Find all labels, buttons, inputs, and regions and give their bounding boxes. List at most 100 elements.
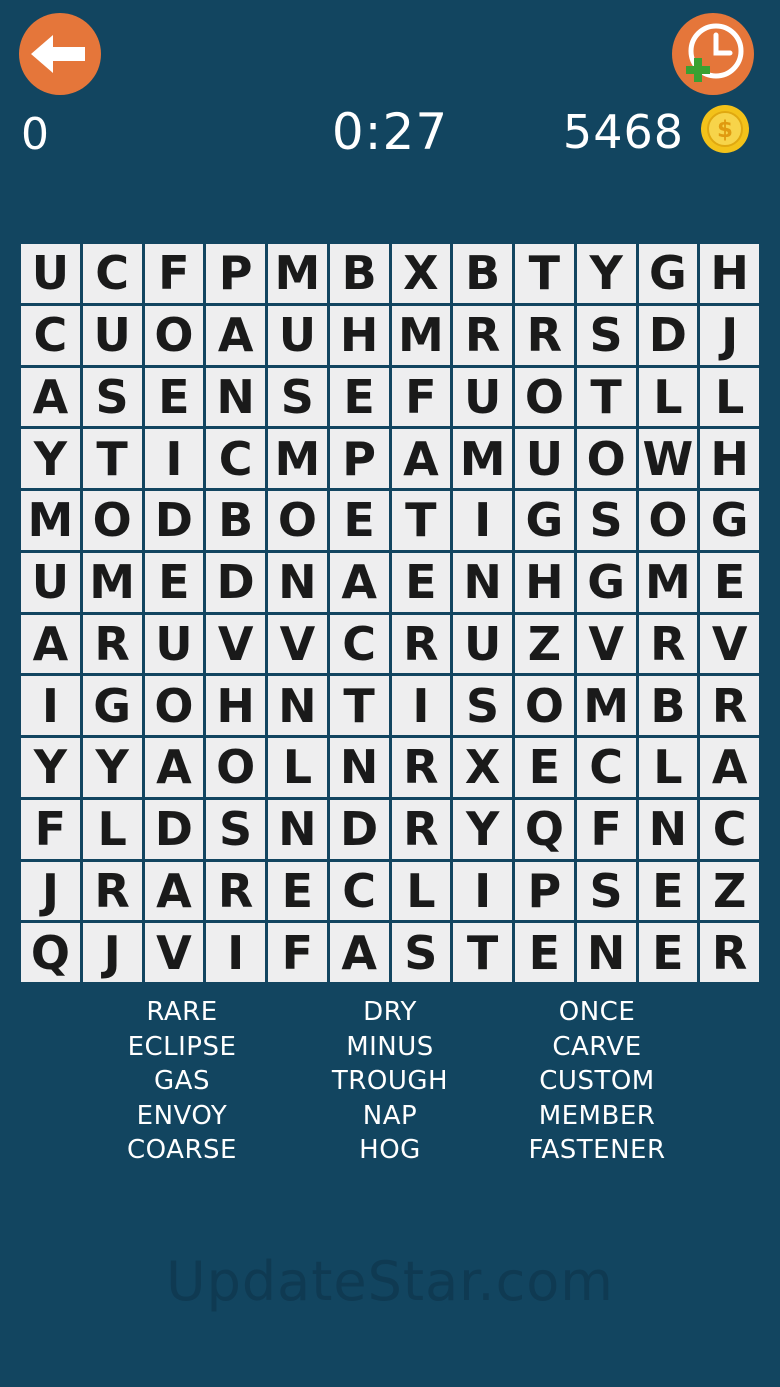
grid-cell[interactable]: M	[82, 552, 142, 612]
grid-cell[interactable]: W	[638, 429, 698, 488]
grid-cell[interactable]: N	[268, 676, 327, 735]
grid-cell[interactable]: J	[700, 305, 759, 365]
grid-cell[interactable]: I	[206, 923, 265, 982]
grid-cell[interactable]: Y	[576, 244, 636, 303]
grid-cell[interactable]: A	[21, 367, 80, 427]
grid-cell[interactable]: O	[268, 491, 327, 550]
grid-cell[interactable]: X	[453, 738, 512, 797]
grid-cell[interactable]: V	[268, 614, 327, 674]
grid-cell[interactable]: H	[700, 429, 759, 488]
grid-cell[interactable]: C	[21, 305, 80, 365]
grid-cell[interactable]: A	[144, 738, 204, 797]
grid-cell[interactable]: O	[82, 491, 142, 550]
grid-cell[interactable]: U	[82, 305, 142, 365]
grid-cell[interactable]: D	[206, 552, 265, 612]
grid-cell[interactable]: Q	[515, 799, 574, 859]
grid-cell[interactable]: R	[391, 614, 451, 674]
grid-cell[interactable]: S	[576, 491, 636, 550]
grid-cell[interactable]: L	[638, 367, 698, 427]
grid-cell[interactable]: P	[329, 429, 389, 488]
grid-cell[interactable]: G	[82, 676, 142, 735]
grid-cell[interactable]: R	[82, 861, 142, 921]
grid-cell[interactable]: D	[638, 305, 698, 365]
grid-cell[interactable]: Q	[21, 923, 80, 982]
grid-cell[interactable]: B	[638, 676, 698, 735]
grid-cell[interactable]: N	[329, 738, 389, 797]
grid-cell[interactable]: S	[453, 676, 512, 735]
grid-cell[interactable]: I	[21, 676, 80, 735]
grid-cell[interactable]: E	[638, 923, 698, 982]
grid-cell[interactable]: I	[453, 861, 512, 921]
grid-cell[interactable]: Y	[453, 799, 512, 859]
grid-cell[interactable]: E	[638, 861, 698, 921]
grid-cell[interactable]: M	[638, 552, 698, 612]
grid-cell[interactable]: Y	[21, 738, 80, 797]
grid-cell[interactable]: G	[638, 244, 698, 303]
grid-cell[interactable]: V	[576, 614, 636, 674]
grid-cell[interactable]: S	[576, 861, 636, 921]
grid-cell[interactable]: B	[329, 244, 389, 303]
grid-cell[interactable]: B	[453, 244, 512, 303]
grid-cell[interactable]: U	[453, 614, 512, 674]
grid-cell[interactable]: V	[700, 614, 759, 674]
grid-cell[interactable]: L	[391, 861, 451, 921]
grid-cell[interactable]: N	[206, 367, 265, 427]
grid-cell[interactable]: R	[515, 305, 574, 365]
grid-cell[interactable]: R	[700, 923, 759, 982]
grid-cell[interactable]: Y	[21, 429, 80, 488]
grid-cell[interactable]: L	[700, 367, 759, 427]
grid-cell[interactable]: D	[144, 491, 204, 550]
grid-cell[interactable]: A	[329, 552, 389, 612]
grid-cell[interactable]: G	[515, 491, 574, 550]
grid-cell[interactable]: U	[268, 305, 327, 365]
grid-cell[interactable]: P	[515, 861, 574, 921]
grid-cell[interactable]: P	[206, 244, 265, 303]
grid-cell[interactable]: U	[21, 552, 80, 612]
grid-cell[interactable]: I	[391, 676, 451, 735]
grid-cell[interactable]: U	[144, 614, 204, 674]
grid-cell[interactable]: T	[515, 244, 574, 303]
grid-cell[interactable]: E	[515, 923, 574, 982]
grid-cell[interactable]: T	[391, 491, 451, 550]
grid-cell[interactable]: R	[82, 614, 142, 674]
grid-cell[interactable]: C	[329, 614, 389, 674]
grid-cell[interactable]: E	[144, 367, 204, 427]
grid-cell[interactable]: N	[638, 799, 698, 859]
grid-cell[interactable]: R	[391, 738, 451, 797]
grid-cell[interactable]: C	[700, 799, 759, 859]
grid-cell[interactable]: T	[82, 429, 142, 488]
grid-cell[interactable]: S	[206, 799, 265, 859]
grid-cell[interactable]: U	[453, 367, 512, 427]
grid-cell[interactable]: T	[576, 367, 636, 427]
grid-cell[interactable]: A	[391, 429, 451, 488]
grid-cell[interactable]: I	[453, 491, 512, 550]
grid-cell[interactable]: R	[453, 305, 512, 365]
grid-cell[interactable]: F	[21, 799, 80, 859]
add-time-button[interactable]	[672, 13, 754, 95]
grid-cell[interactable]: X	[391, 244, 451, 303]
grid-cell[interactable]: O	[144, 676, 204, 735]
grid-cell[interactable]: S	[391, 923, 451, 982]
grid-cell[interactable]: C	[82, 244, 142, 303]
grid-cell[interactable]: E	[329, 491, 389, 550]
grid-cell[interactable]: G	[576, 552, 636, 612]
grid-cell[interactable]: O	[576, 429, 636, 488]
grid-cell[interactable]: F	[144, 244, 204, 303]
grid-cell[interactable]: S	[268, 367, 327, 427]
grid-cell[interactable]: O	[638, 491, 698, 550]
grid-cell[interactable]: S	[576, 305, 636, 365]
grid-cell[interactable]: E	[268, 861, 327, 921]
grid-cell[interactable]: Z	[700, 861, 759, 921]
grid-cell[interactable]: I	[144, 429, 204, 488]
grid-cell[interactable]: H	[206, 676, 265, 735]
grid-cell[interactable]: A	[21, 614, 80, 674]
grid-cell[interactable]: B	[206, 491, 265, 550]
grid-cell[interactable]: A	[329, 923, 389, 982]
grid-cell[interactable]: R	[391, 799, 451, 859]
grid-cell[interactable]: R	[638, 614, 698, 674]
grid-cell[interactable]: H	[329, 305, 389, 365]
grid-cell[interactable]: C	[576, 738, 636, 797]
grid-cell[interactable]: R	[700, 676, 759, 735]
grid-cell[interactable]: C	[329, 861, 389, 921]
grid-cell[interactable]: S	[82, 367, 142, 427]
